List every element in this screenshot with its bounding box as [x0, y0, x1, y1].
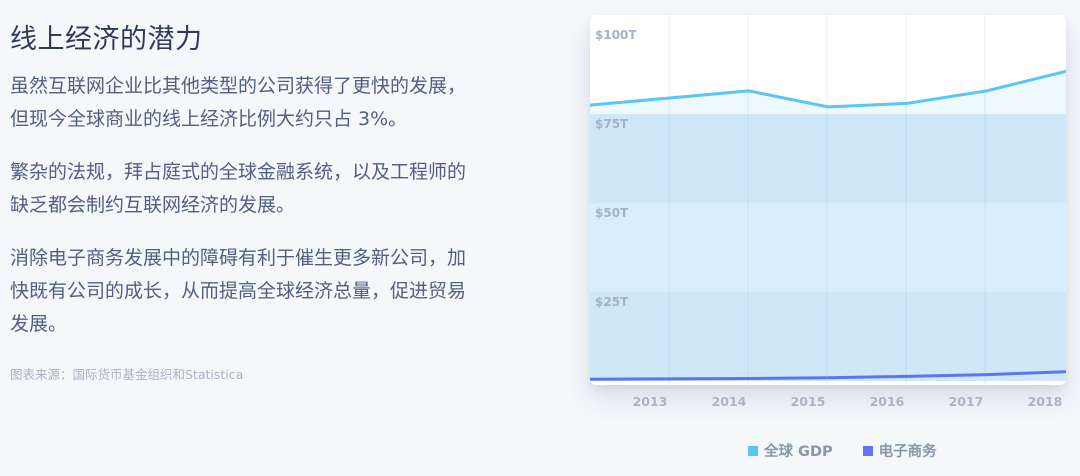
legend-item-gdp: 全球 GDP — [748, 440, 833, 461]
chart-source-note: 图表来源：国际货币基金组织和Statistica — [10, 367, 244, 382]
x-tick-label: 2018 — [1028, 394, 1063, 409]
paragraph-regulation: 繁杂的法规，拜占庭式的全球金融系统，以及工程师的缺乏都会制约互联网经济的发展。 — [10, 161, 467, 216]
area-chart: $25T $50T $75T $100T — [590, 15, 1066, 385]
x-tick-label: 2013 — [633, 394, 668, 409]
page-title: 线上经济的潜力 — [10, 24, 203, 55]
chart-legend: 全球 GDP 电子商务 — [748, 440, 937, 461]
x-tick-label: 2017 — [949, 394, 984, 409]
chart-card: $25T $50T $75T $100T — [590, 15, 1066, 385]
y-tick-label: $50T — [595, 206, 629, 220]
x-tick-label: 2016 — [870, 394, 905, 409]
paragraph-barriers: 消除电子商务发展中的障碍有利于催生更多新公司，加快既有公司的成长，从而提高全球经… — [10, 247, 467, 335]
legend-label-ecommerce: 电子商务 — [878, 444, 937, 460]
y-tick-label: $100T — [595, 28, 637, 42]
y-tick-label: $25T — [595, 295, 629, 309]
legend-label-gdp: 全球 GDP — [764, 444, 833, 460]
legend-item-ecommerce: 电子商务 — [862, 440, 937, 461]
x-tick-label: 2015 — [791, 394, 826, 409]
paragraph-intro: 虽然互联网企业比其他类型的公司获得了更快的发展，但现今全球商业的线上经济比例大约… — [10, 75, 467, 130]
y-tick-label: $75T — [595, 117, 629, 131]
x-tick-label: 2014 — [712, 394, 747, 409]
gdp-area — [590, 71, 1066, 381]
legend-swatch-ecommerce — [862, 445, 873, 456]
legend-swatch-gdp — [748, 445, 758, 456]
x-axis: 2013 2014 2015 2016 2017 2018 — [590, 390, 1066, 414]
